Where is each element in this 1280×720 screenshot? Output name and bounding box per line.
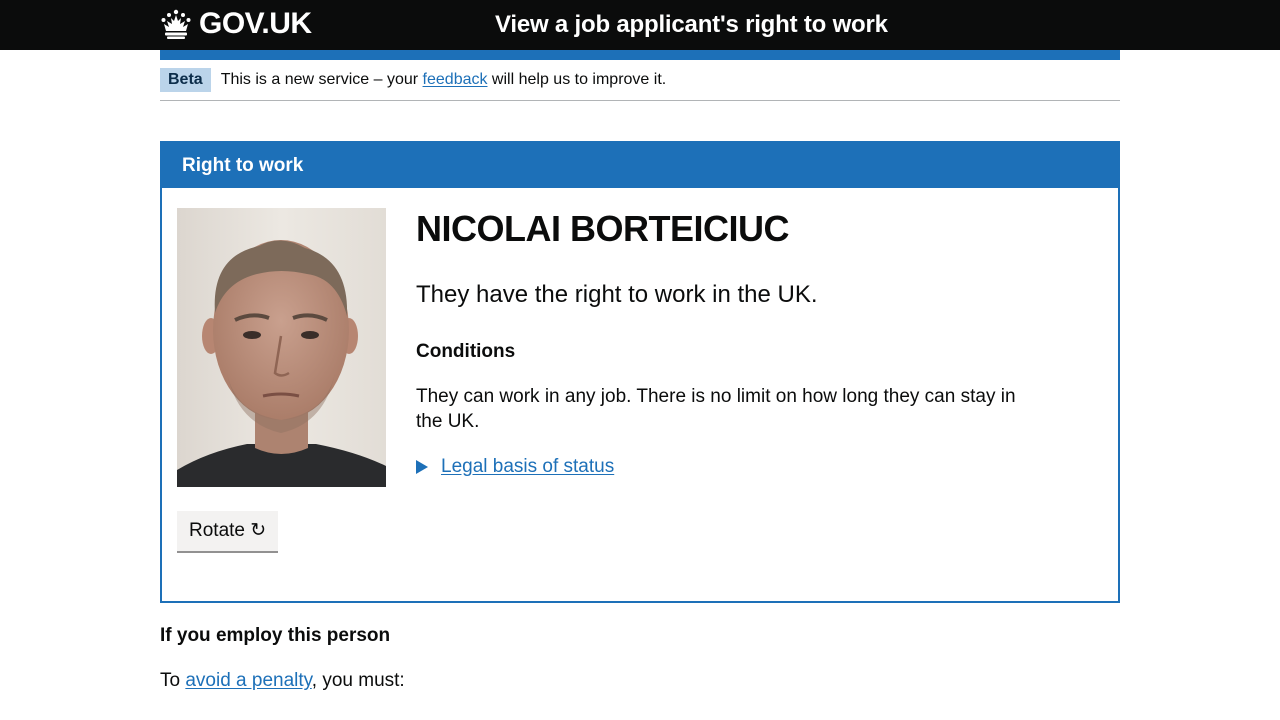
conditions-text: They can work in any job. There is no li… (416, 386, 1016, 432)
employ-text-after: , you must: (311, 670, 405, 691)
logo-text: GOV.UK (199, 7, 312, 40)
header-blue-bar (160, 50, 1120, 60)
applicant-photo-image (177, 208, 386, 487)
conditions-heading: Conditions (416, 341, 516, 362)
service-name[interactable]: View a job applicant's right to work (495, 9, 888, 41)
right-to-work-panel: Right to work Rotate ↻ NICOLAI BORTEICIU… (160, 141, 1120, 603)
crown-icon (161, 9, 191, 39)
legal-basis-details[interactable]: Legal basis of status (416, 454, 614, 479)
govuk-logo-link[interactable]: GOV.UK (160, 7, 312, 41)
right-to-work-status: They have the right to work in the UK. (416, 281, 818, 308)
applicant-name: NICOLAI BORTEICIUC (416, 208, 790, 249)
beta-tag: Beta (160, 68, 211, 92)
phase-banner-text: This is a new service – your feedback wi… (221, 68, 667, 92)
legal-basis-link[interactable]: Legal basis of status (441, 454, 614, 479)
panel-header: Right to work (162, 143, 1118, 188)
expand-triangle-icon[interactable] (416, 459, 428, 474)
employ-text-before: To (160, 670, 186, 691)
employ-heading: If you employ this person (160, 625, 391, 646)
rotate-button[interactable]: Rotate ↻ (177, 511, 279, 551)
panel-title: Right to work (182, 155, 304, 176)
site-header: GOV.UK View a job applicant's right to w… (0, 0, 1280, 50)
phase-banner: Beta This is a new service – your feedba… (160, 60, 1120, 101)
feedback-link[interactable]: feedback (423, 71, 488, 88)
phase-text-before: This is a new service – your (220, 71, 423, 88)
phase-text-after: will help us to improve it. (487, 71, 667, 88)
applicant-photo (177, 208, 386, 487)
employ-text: To avoid a penalty, you must: (160, 668, 405, 693)
avoid-penalty-link[interactable]: avoid a penalty (185, 670, 311, 691)
